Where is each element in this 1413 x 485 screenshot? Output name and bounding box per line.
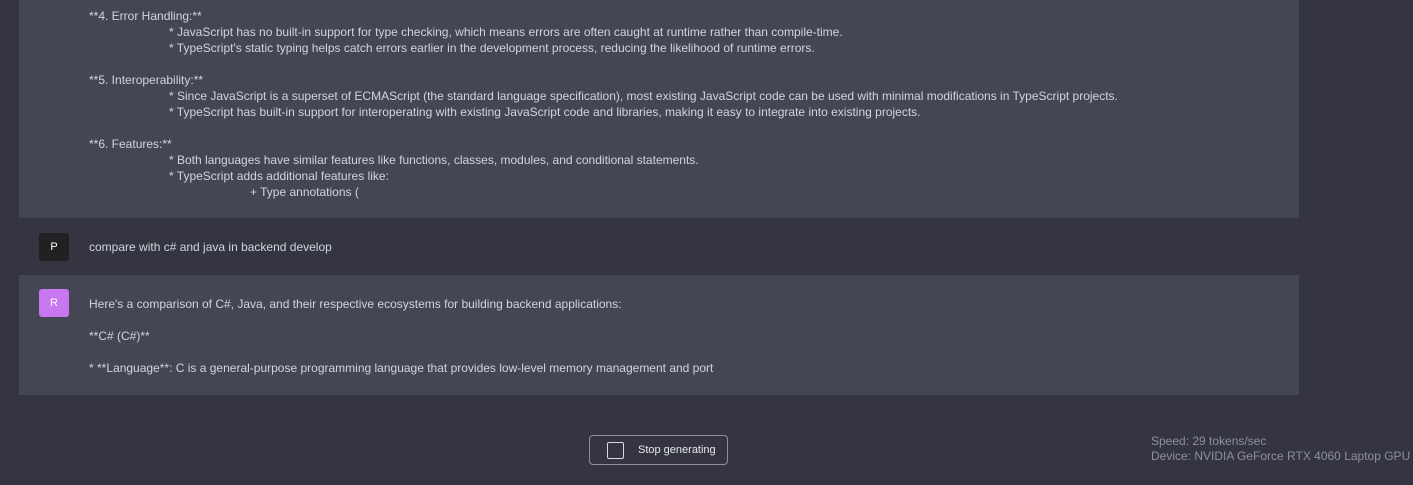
generation-stats: Speed: 29 tokens/sec Device: NVIDIA GeFor… [1151, 434, 1410, 464]
message-line: * TypeScript's static typing helps catch… [169, 41, 815, 55]
message-heading: **4. Error Handling:** [89, 9, 202, 23]
message-line: * Since JavaScript is a superset of ECMA… [169, 89, 1118, 103]
message-line: * Both languages have similar features l… [169, 153, 699, 167]
assistant-message-current: R Here's a comparison of C#, Java, and t… [19, 275, 1299, 395]
assistant-avatar: R [39, 289, 69, 317]
device-stat: Device: NVIDIA GeForce RTX 4060 Laptop G… [1151, 449, 1411, 463]
stop-generating-label: Stop generating [638, 444, 716, 456]
stop-square-icon [607, 441, 624, 459]
message-heading: **6. Features:** [89, 137, 172, 151]
message-line: * JavaScript has no built-in support for… [169, 25, 843, 39]
speed-stat: Speed: 29 tokens/sec [1151, 434, 1267, 448]
message-line: * TypeScript has built-in support for in… [169, 105, 921, 119]
message-line: + Type annotations ( [250, 185, 359, 199]
user-avatar: P [39, 233, 69, 261]
message-heading: **C# (C#)** [89, 329, 150, 343]
stop-generating-button[interactable]: Stop generating [589, 435, 728, 465]
message-line: * **Language**: C is a general-purpose p… [89, 361, 714, 375]
user-message-text: compare with c# and java in backend deve… [89, 240, 332, 254]
user-message: P compare with c# and java in backend de… [19, 218, 1299, 275]
message-heading: **5. Interoperability:** [89, 73, 204, 87]
assistant-message-previous: **4. Error Handling:** * JavaScript has … [19, 0, 1299, 218]
message-line: Here's a comparison of C#, Java, and the… [89, 297, 622, 311]
message-line: * TypeScript adds additional features li… [169, 169, 389, 183]
